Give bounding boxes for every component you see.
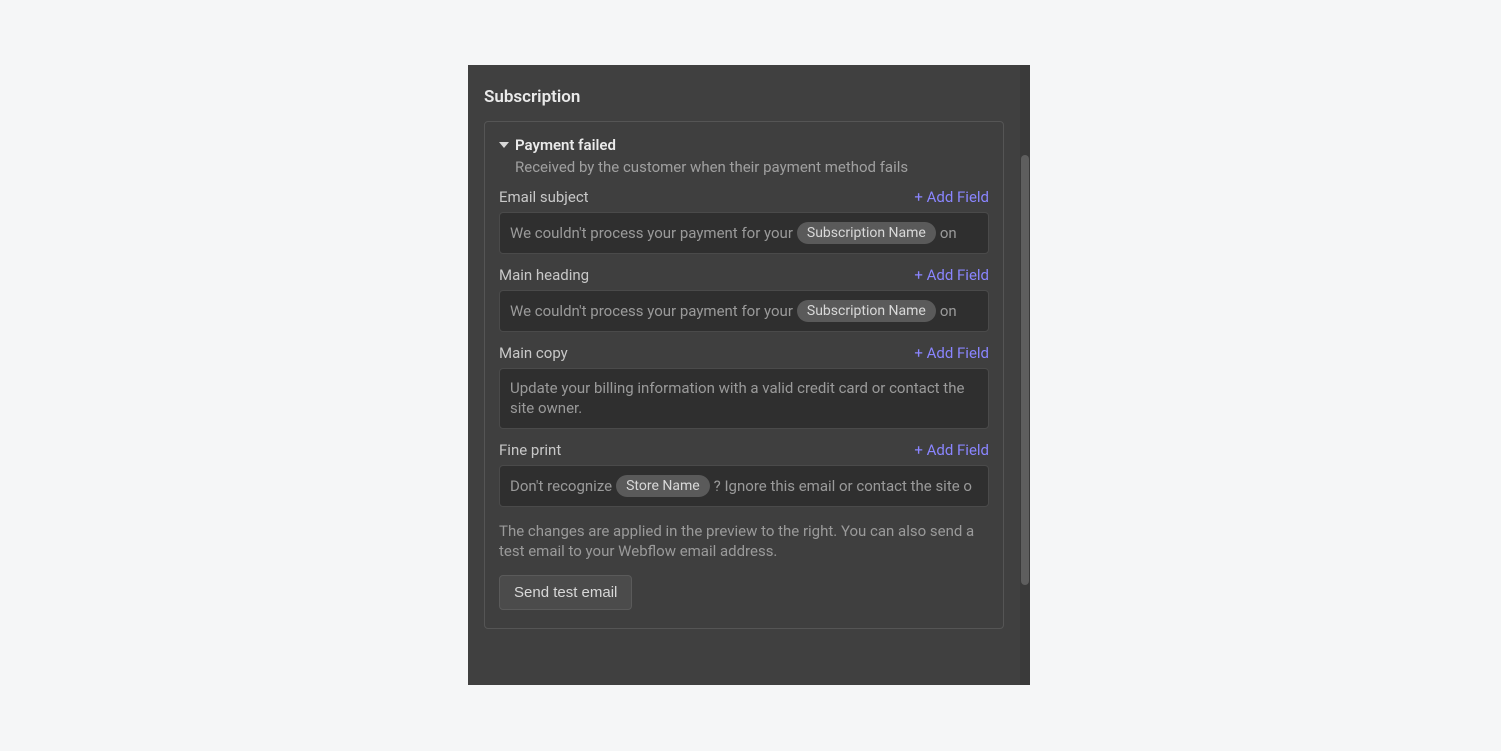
panel-content: Subscription Payment failed Received by … (468, 65, 1020, 685)
main-heading-label: Main heading (499, 266, 589, 284)
main-heading-input[interactable]: We couldn't process your payment for you… (499, 290, 989, 332)
main-copy-label: Main copy (499, 344, 568, 362)
input-text-before: We couldn't process your payment for you… (510, 224, 793, 242)
add-field-email-subject[interactable]: + Add Field (914, 188, 989, 206)
send-test-email-button[interactable]: Send test email (499, 575, 632, 610)
fine-print-row: Fine print + Add Field (499, 441, 989, 459)
add-field-main-copy[interactable]: + Add Field (914, 344, 989, 362)
input-text-before: We couldn't process your payment for you… (510, 302, 793, 320)
input-text: Update your billing information with a v… (510, 378, 978, 419)
input-text-after: ? Ignore this email or contact the site … (714, 477, 972, 495)
input-text-after: on (940, 302, 957, 320)
add-field-fine-print[interactable]: + Add Field (914, 441, 989, 459)
scrollbar-track[interactable] (1020, 65, 1030, 685)
payment-failed-card: Payment failed Received by the customer … (484, 121, 1004, 629)
email-subject-input[interactable]: We couldn't process your payment for you… (499, 212, 989, 254)
card-header[interactable]: Payment failed (499, 136, 989, 154)
chevron-down-icon (499, 142, 509, 148)
section-title: Subscription (468, 65, 1020, 121)
email-subject-row: Email subject + Add Field (499, 188, 989, 206)
main-copy-input[interactable]: Update your billing information with a v… (499, 368, 989, 429)
scrollbar-thumb[interactable] (1021, 155, 1029, 585)
main-copy-row: Main copy + Add Field (499, 344, 989, 362)
input-text-after: on (940, 224, 957, 242)
card-title: Payment failed (515, 136, 616, 154)
email-subject-label: Email subject (499, 188, 589, 206)
card-description: Received by the customer when their paym… (515, 158, 989, 176)
main-heading-row: Main heading + Add Field (499, 266, 989, 284)
add-field-main-heading[interactable]: + Add Field (914, 266, 989, 284)
fine-print-input[interactable]: Don't recognize Store Name ? Ignore this… (499, 465, 989, 507)
settings-panel: Subscription Payment failed Received by … (468, 65, 1030, 685)
fine-print-label: Fine print (499, 441, 561, 459)
preview-note: The changes are applied in the preview t… (499, 521, 989, 562)
subscription-name-chip[interactable]: Subscription Name (797, 300, 936, 322)
input-text-before: Don't recognize (510, 477, 612, 495)
store-name-chip[interactable]: Store Name (616, 475, 710, 497)
subscription-name-chip[interactable]: Subscription Name (797, 222, 936, 244)
